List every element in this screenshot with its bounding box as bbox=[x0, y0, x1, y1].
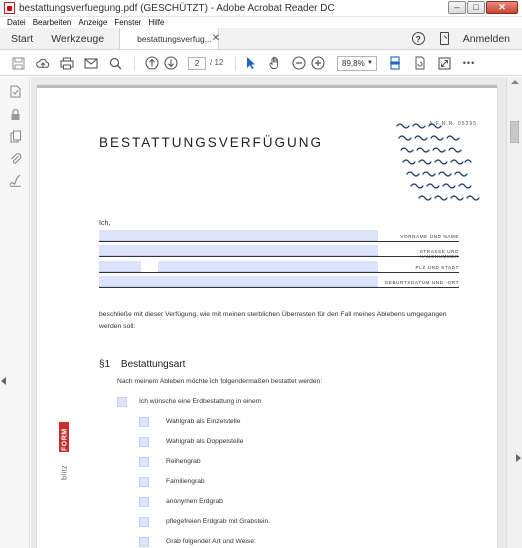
print-icon[interactable] bbox=[60, 56, 74, 70]
save-icon[interactable] bbox=[11, 56, 25, 70]
name-field-label: VORNAME UND NAME bbox=[400, 234, 459, 239]
more-tools-icon[interactable]: ••• bbox=[460, 56, 478, 70]
tab-start[interactable]: Start bbox=[0, 28, 42, 49]
option-label: Reihengrab bbox=[166, 458, 201, 465]
street-field-label: STRASSE UND HAUSNUMMER bbox=[419, 249, 459, 259]
tab-werkzeuge[interactable]: Werkzeuge bbox=[42, 28, 113, 49]
option-checkbox[interactable] bbox=[139, 497, 149, 507]
field-underline bbox=[99, 241, 459, 242]
option-label: Familiengrab bbox=[166, 478, 205, 485]
zoom-out-icon[interactable] bbox=[292, 56, 306, 70]
email-icon[interactable] bbox=[84, 56, 98, 70]
scroll-mode-icon[interactable] bbox=[388, 56, 402, 70]
menu-datei[interactable]: Datei bbox=[7, 18, 26, 27]
street-field[interactable] bbox=[99, 245, 378, 256]
close-window-button[interactable]: ✕ bbox=[486, 1, 518, 14]
formblitz-logo: FORM blitz bbox=[59, 422, 69, 480]
birth-field-label: GEBURTSDATUM UND -ORT bbox=[384, 280, 459, 285]
zoom-level-select[interactable]: 89,8% ▼ bbox=[337, 56, 377, 71]
option-label: Wahlgrab als Doppelstelle bbox=[166, 438, 244, 445]
menu-anzeige[interactable]: Anzeige bbox=[78, 18, 107, 27]
zoom-level-value: 89,8% bbox=[342, 59, 365, 68]
collapse-left-arrow-icon[interactable] bbox=[1, 377, 6, 385]
maximize-button[interactable]: □ bbox=[467, 1, 485, 14]
erdbestattung-label: Ich wünsche eine Erdbestattung in einem bbox=[139, 398, 262, 405]
option-checkbox[interactable] bbox=[139, 417, 149, 427]
field-underline bbox=[99, 287, 459, 288]
intro-text: beschließe mit dieser Verfügung, wie mit… bbox=[99, 311, 447, 330]
toolbar-divider bbox=[134, 56, 135, 71]
signin-button[interactable]: Anmelden bbox=[463, 33, 510, 45]
option-checkbox[interactable] bbox=[139, 457, 149, 467]
city-field[interactable] bbox=[158, 261, 378, 272]
window-title: bestattungsverfuegung.pdf (GESCHÜTZT) - … bbox=[19, 2, 335, 14]
zip-field[interactable] bbox=[99, 261, 141, 272]
erdbestattung-checkbox[interactable] bbox=[117, 397, 127, 407]
decorative-pattern bbox=[396, 123, 480, 201]
hand-tool-icon[interactable] bbox=[268, 56, 282, 70]
tab-document-label: bestattungsverfug... bbox=[137, 33, 212, 44]
field-underline bbox=[99, 272, 459, 273]
menu-fenster[interactable]: Fenster bbox=[114, 18, 141, 27]
minimize-button[interactable]: – bbox=[448, 1, 466, 14]
tab-document[interactable]: bestattungsverfug... ✕ bbox=[119, 28, 220, 49]
menu-bearbeiten[interactable]: Bearbeiten bbox=[33, 18, 72, 27]
copy-pages-icon[interactable] bbox=[9, 130, 22, 143]
option-checkbox[interactable] bbox=[139, 537, 149, 547]
toolbar: 2 / 12 89,8% ▼ ••• bbox=[0, 51, 522, 76]
window-controls: – □ ✕ bbox=[448, 1, 518, 14]
left-navigation-rail bbox=[0, 77, 30, 548]
zoom-in-icon[interactable] bbox=[311, 56, 325, 70]
option-label: anonymen Erdgrab bbox=[166, 498, 223, 505]
zip-city-field-label: PLZ UND STADT bbox=[415, 265, 459, 270]
name-field[interactable] bbox=[99, 230, 378, 241]
tab-close-icon[interactable]: ✕ bbox=[212, 33, 220, 44]
section-title: Bestattungsart bbox=[120, 359, 186, 370]
section-heading: §1 Bestattungsart bbox=[99, 359, 185, 370]
search-icon[interactable] bbox=[108, 56, 122, 70]
document-title: BESTATTUNGSVERFÜGUNG bbox=[99, 135, 324, 150]
vertical-scrollbar[interactable] bbox=[506, 77, 522, 548]
rotate-page-icon[interactable] bbox=[413, 56, 427, 70]
collapse-right-arrow-icon[interactable] bbox=[516, 454, 521, 462]
tab-bar: Start Werkzeuge bestattungsverfug... ✕ ?… bbox=[0, 28, 522, 50]
title-bar: bestattungsverfuegung.pdf (GESCHÜTZT) - … bbox=[0, 0, 522, 17]
section-intro: Nach meinem Ableben möchte ich folgender… bbox=[117, 378, 323, 385]
next-page-icon[interactable] bbox=[164, 56, 178, 70]
signature-icon[interactable] bbox=[9, 174, 22, 187]
option-checkbox[interactable] bbox=[139, 437, 149, 447]
previous-page-icon[interactable] bbox=[145, 56, 159, 70]
pdf-file-icon bbox=[4, 2, 15, 14]
ich-label: Ich, bbox=[99, 220, 111, 227]
birth-field[interactable] bbox=[99, 276, 378, 287]
scroll-up-arrow-icon[interactable] bbox=[511, 80, 519, 84]
pdf-page: A.F.N.R. 05395 BESTATTUNGSVERFÜGUNG Ich,… bbox=[37, 85, 497, 548]
chevron-down-icon: ▼ bbox=[367, 60, 373, 66]
option-checkbox[interactable] bbox=[139, 477, 149, 487]
option-checkbox[interactable] bbox=[139, 517, 149, 527]
upload-cloud-icon[interactable] bbox=[36, 56, 50, 70]
send-to-mobile-icon[interactable] bbox=[439, 32, 449, 45]
scrollbar-thumb[interactable] bbox=[510, 121, 519, 143]
option-label: Grab folgender Art und Weise: bbox=[166, 538, 256, 545]
attachment-icon[interactable] bbox=[9, 152, 22, 165]
lock-icon[interactable] bbox=[9, 108, 22, 121]
section-number: §1 bbox=[99, 359, 111, 370]
option-label: pflegefreien Erdgrab mit Grabstein. bbox=[166, 518, 271, 525]
svg-text:blitz: blitz bbox=[61, 465, 68, 480]
page-number-input[interactable]: 2 bbox=[188, 57, 206, 70]
page-total: / 12 bbox=[210, 58, 224, 67]
svg-text:FORM: FORM bbox=[61, 428, 68, 451]
page-thumbnails-icon[interactable] bbox=[9, 85, 22, 98]
help-icon[interactable]: ? bbox=[411, 32, 425, 45]
option-label: Wahlgrab als Einzelstelle bbox=[166, 418, 241, 425]
menu-bar: Datei Bearbeiten Anzeige Fenster Hilfe bbox=[0, 17, 522, 28]
document-viewport[interactable]: A.F.N.R. 05395 BESTATTUNGSVERFÜGUNG Ich,… bbox=[31, 77, 522, 548]
menu-hilfe[interactable]: Hilfe bbox=[148, 18, 164, 27]
full-screen-icon[interactable] bbox=[437, 56, 451, 70]
select-tool-icon[interactable] bbox=[244, 56, 258, 70]
toolbar-divider bbox=[235, 56, 236, 71]
